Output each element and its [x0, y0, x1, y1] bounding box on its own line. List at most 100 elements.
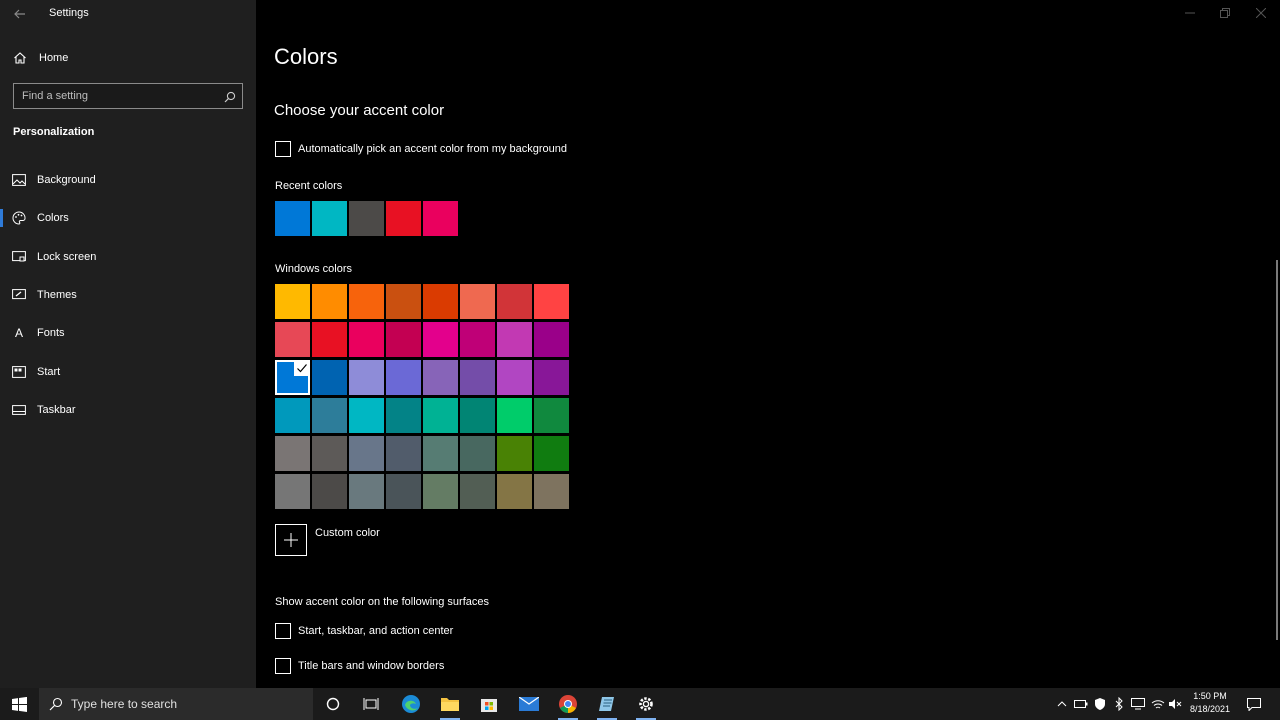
windows-color-swatch[interactable] [275, 436, 310, 471]
file-explorer-icon[interactable] [431, 688, 469, 720]
chevron-up-icon[interactable] [1055, 696, 1069, 712]
surface-title-bars-checkbox[interactable]: Title bars and window borders [275, 658, 444, 674]
windows-color-swatch[interactable] [497, 322, 532, 357]
windows-color-swatch[interactable] [460, 474, 495, 509]
recent-color-swatch[interactable] [423, 201, 458, 236]
volume-muted-icon[interactable] [1168, 696, 1182, 712]
windows-color-swatch[interactable] [460, 284, 495, 319]
bluetooth-icon[interactable] [1112, 696, 1126, 712]
windows-color-swatch[interactable] [386, 436, 421, 471]
sidebar-item-fonts[interactable]: A Fonts [0, 315, 256, 351]
task-view-icon[interactable] [352, 688, 390, 720]
sidebar-item-colors[interactable]: Colors [0, 200, 256, 236]
checkmark-icon [294, 360, 310, 376]
windows-color-swatch[interactable] [497, 284, 532, 319]
restore-button[interactable] [1217, 6, 1233, 20]
settings-icon[interactable] [627, 688, 665, 720]
sidebar-item-taskbar[interactable]: Taskbar [0, 392, 256, 428]
battery-icon[interactable] [1074, 696, 1088, 712]
windows-color-swatch[interactable] [312, 284, 347, 319]
windows-color-swatch[interactable] [534, 474, 569, 509]
windows-color-swatch[interactable] [460, 360, 495, 395]
windows-color-swatch-selected[interactable] [275, 360, 310, 395]
windows-color-swatch[interactable] [423, 398, 458, 433]
windows-color-swatch[interactable] [386, 322, 421, 357]
chrome-icon[interactable] [549, 688, 587, 720]
windows-color-swatch[interactable] [312, 360, 347, 395]
windows-color-swatch[interactable] [534, 322, 569, 357]
windows-color-swatch[interactable] [312, 436, 347, 471]
windows-color-swatch[interactable] [423, 360, 458, 395]
windows-start-button[interactable] [0, 688, 38, 720]
windows-color-swatch[interactable] [349, 284, 384, 319]
windows-color-swatch[interactable] [423, 322, 458, 357]
windows-color-swatch[interactable] [497, 360, 532, 395]
mail-icon[interactable] [510, 688, 548, 720]
windows-color-swatch[interactable] [423, 284, 458, 319]
windows-color-swatch[interactable] [460, 398, 495, 433]
windows-color-swatch[interactable] [275, 398, 310, 433]
windows-color-swatch[interactable] [349, 398, 384, 433]
search-icon[interactable] [224, 90, 236, 103]
wifi-icon[interactable] [1151, 696, 1165, 712]
windows-color-swatch[interactable] [497, 474, 532, 509]
windows-color-swatch[interactable] [534, 360, 569, 395]
minimize-button[interactable] [1182, 6, 1198, 20]
sidebar-item-lock-screen[interactable]: Lock screen [0, 239, 256, 275]
checkbox-box[interactable] [275, 141, 291, 157]
taskbar-search-input[interactable] [71, 697, 301, 711]
windows-color-swatch[interactable] [275, 322, 310, 357]
find-setting-search[interactable] [13, 83, 243, 109]
sidebar-home[interactable]: Home [0, 45, 256, 71]
cortana-icon[interactable] [314, 688, 352, 720]
windows-color-swatch[interactable] [312, 474, 347, 509]
close-button[interactable] [1253, 6, 1269, 20]
windows-color-swatch[interactable] [386, 360, 421, 395]
display-icon[interactable] [1131, 696, 1145, 712]
windows-color-swatch[interactable] [534, 436, 569, 471]
windows-color-swatch[interactable] [534, 284, 569, 319]
windows-color-swatch[interactable] [497, 436, 532, 471]
windows-color-swatch[interactable] [349, 360, 384, 395]
system-clock[interactable]: 1:50 PM 8/18/2021 [1184, 690, 1236, 716]
windows-color-swatch[interactable] [275, 474, 310, 509]
windows-color-swatch[interactable] [386, 398, 421, 433]
find-setting-input[interactable] [14, 84, 214, 108]
windows-color-swatch[interactable] [349, 322, 384, 357]
windows-color-swatch[interactable] [534, 398, 569, 433]
recent-color-swatch[interactable] [349, 201, 384, 236]
windows-color-swatch[interactable] [386, 284, 421, 319]
windows-color-swatch[interactable] [275, 284, 310, 319]
checkbox-box[interactable] [275, 623, 291, 639]
checkbox-box[interactable] [275, 658, 291, 674]
windows-color-swatch[interactable] [312, 398, 347, 433]
security-icon[interactable] [1093, 696, 1107, 712]
windows-color-swatch[interactable] [349, 436, 384, 471]
auto-pick-accent-checkbox[interactable]: Automatically pick an accent color from … [275, 141, 567, 157]
notepad-icon[interactable] [588, 688, 626, 720]
recent-color-swatch[interactable] [312, 201, 347, 236]
back-arrow-icon[interactable] [12, 6, 28, 22]
windows-color-swatch[interactable] [423, 436, 458, 471]
sidebar-item-label: Fonts [37, 327, 65, 339]
windows-color-swatch[interactable] [460, 436, 495, 471]
recent-color-swatch[interactable] [386, 201, 421, 236]
windows-color-swatch[interactable] [423, 474, 458, 509]
custom-color-button[interactable]: Custom color [275, 524, 380, 556]
edge-icon[interactable] [392, 688, 430, 720]
sidebar-item-themes[interactable]: Themes [0, 277, 256, 313]
sidebar-item-background[interactable]: Background [0, 162, 256, 198]
store-icon[interactable] [470, 688, 508, 720]
windows-color-swatch[interactable] [386, 474, 421, 509]
windows-color-swatch[interactable] [460, 322, 495, 357]
surface-start-checkbox[interactable]: Start, taskbar, and action center [275, 623, 453, 639]
notification-icon[interactable] [1247, 696, 1261, 712]
scrollbar[interactable] [1276, 260, 1278, 640]
recent-color-swatch[interactable] [275, 201, 310, 236]
windows-color-swatch[interactable] [312, 322, 347, 357]
plus-icon[interactable] [275, 524, 307, 556]
windows-color-swatch[interactable] [349, 474, 384, 509]
taskbar-search[interactable] [39, 688, 313, 720]
windows-color-swatch[interactable] [497, 398, 532, 433]
sidebar-item-start[interactable]: Start [0, 354, 256, 390]
